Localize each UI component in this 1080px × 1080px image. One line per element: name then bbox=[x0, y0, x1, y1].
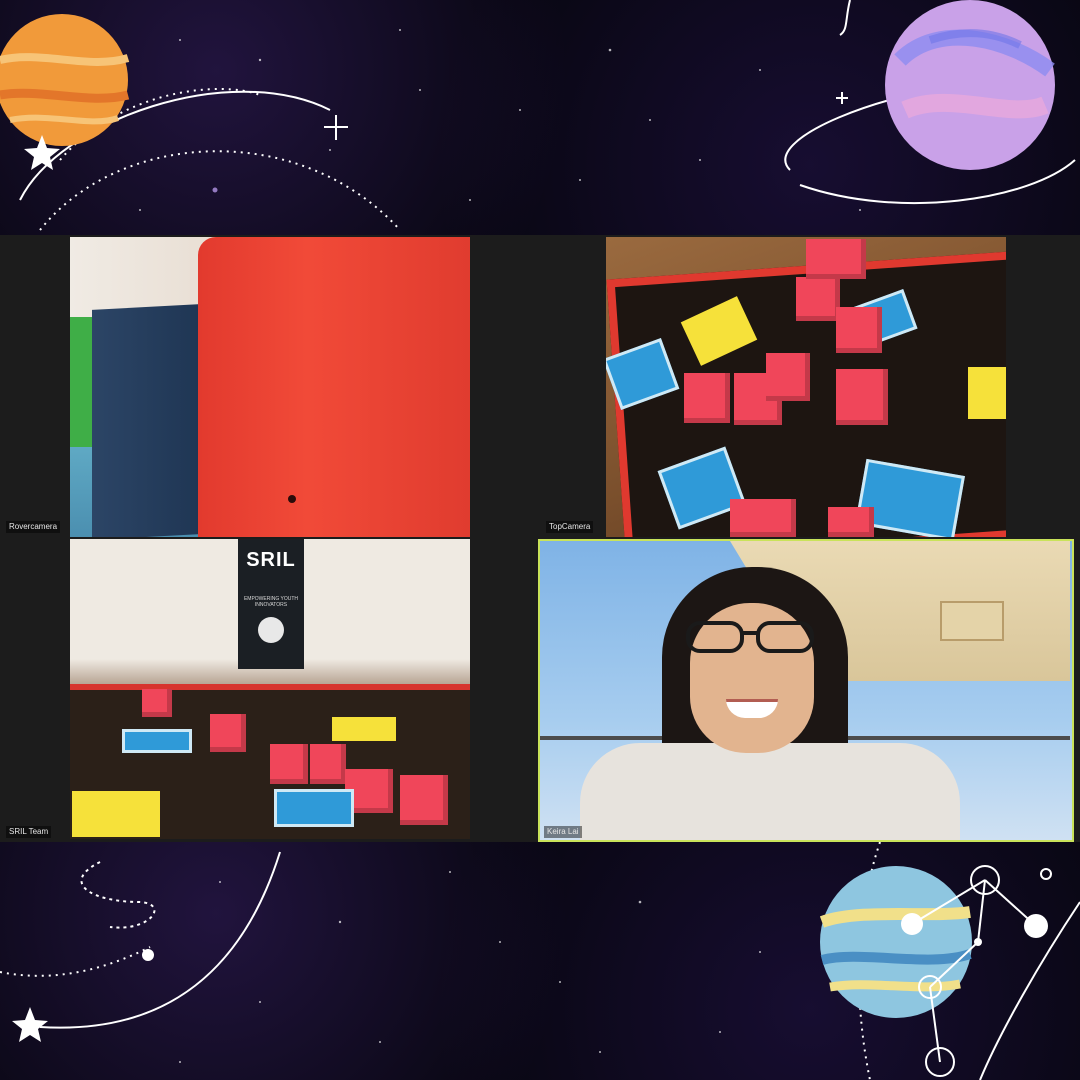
blue-panel bbox=[92, 304, 200, 537]
yellow-pad bbox=[332, 717, 396, 741]
red-block bbox=[684, 373, 730, 423]
roof-vent bbox=[940, 601, 1004, 641]
orange-planet-icon bbox=[0, 14, 130, 146]
block-hole bbox=[288, 495, 296, 503]
space-background-bottom bbox=[0, 842, 1080, 1080]
red-block bbox=[836, 307, 882, 353]
red-block bbox=[310, 744, 346, 784]
red-block bbox=[210, 714, 246, 752]
red-block bbox=[730, 499, 796, 537]
person-shirt bbox=[580, 743, 960, 840]
red-block bbox=[400, 775, 448, 825]
sril-banner: SRIL EMPOWERING YOUTH INNOVATORS bbox=[238, 539, 304, 669]
purple-planet-icon bbox=[885, 0, 1055, 170]
red-block-closeup bbox=[198, 237, 470, 537]
starfield bbox=[139, 29, 861, 211]
red-block bbox=[806, 239, 866, 279]
participant-name-label: TopCamera bbox=[546, 521, 594, 533]
sparkle-icon bbox=[324, 92, 848, 140]
red-block bbox=[142, 689, 172, 717]
red-block bbox=[796, 277, 840, 321]
video-gallery: Rovercamera TopCamera SRIL EMPOWERING YO… bbox=[0, 235, 1080, 842]
keira-lai-feed bbox=[540, 541, 1072, 840]
video-tile-keira-lai[interactable]: Keira Lai bbox=[538, 539, 1074, 842]
video-tile-sril-team[interactable]: SRIL EMPOWERING YOUTH INNOVATORS SRIL Te… bbox=[0, 539, 538, 842]
red-block bbox=[270, 744, 308, 784]
video-tile-rovercamera[interactable]: Rovercamera bbox=[0, 235, 538, 537]
blue-pad bbox=[274, 789, 354, 827]
yellow-pad bbox=[72, 791, 160, 837]
participant-name-label: Keira Lai bbox=[544, 826, 582, 838]
top-camera-feed bbox=[606, 237, 1006, 537]
red-block bbox=[836, 369, 888, 425]
space-background-top bbox=[0, 0, 1080, 235]
star-dot bbox=[142, 949, 154, 961]
starfield bbox=[179, 871, 761, 1063]
video-tile-topcamera[interactable]: TopCamera bbox=[540, 235, 1080, 537]
rover-camera-feed bbox=[70, 237, 470, 537]
participant-name-label: Rovercamera bbox=[6, 521, 61, 533]
blue-pad bbox=[122, 729, 192, 753]
participant-name-label: SRIL Team bbox=[6, 826, 52, 838]
sril-tagline: EMPOWERING YOUTH INNOVATORS bbox=[243, 596, 299, 608]
yellow-pad bbox=[968, 367, 1006, 419]
blue-yellow-planet-icon bbox=[819, 866, 972, 1018]
sril-logo: SRIL bbox=[246, 549, 296, 571]
star-icon bbox=[12, 1007, 48, 1042]
red-block bbox=[766, 353, 810, 401]
red-block bbox=[828, 507, 874, 537]
robot-mascot-icon bbox=[258, 617, 284, 643]
glasses-icon bbox=[686, 621, 814, 653]
sril-team-feed: SRIL EMPOWERING YOUTH INNOVATORS bbox=[70, 539, 470, 839]
